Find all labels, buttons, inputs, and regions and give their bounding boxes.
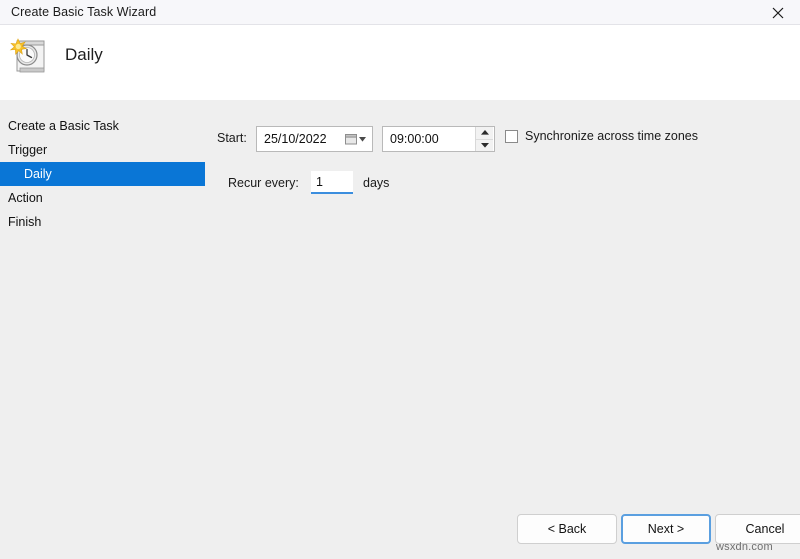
create-basic-task-wizard-window: Create Basic Task Wizard Daily Create a … [0,0,800,559]
window-title: Create Basic Task Wizard [11,5,157,19]
calendar-dropdown-icon[interactable] [345,133,372,145]
sync-across-time-zones-checkbox[interactable] [505,129,518,143]
back-button[interactable]: < Back [517,514,617,544]
recur-every-input[interactable]: 1 [311,171,353,194]
wizard-footer: < Back Next > Cancel [0,499,800,559]
start-date-value: 25/10/2022 [264,132,327,146]
start-time-input[interactable]: 09:00:00 [382,126,495,152]
back-button-label: < Back [547,522,587,536]
recur-every-label: Recur every: [228,176,299,190]
cancel-button[interactable]: Cancel [715,514,800,544]
next-button[interactable]: Next > [621,514,711,544]
spinner-down-button[interactable] [476,139,493,151]
days-label: days [363,176,390,190]
close-icon [772,7,784,19]
title-bar: Create Basic Task Wizard [0,0,800,25]
next-button-label: Next > [647,522,685,536]
start-date-input[interactable]: 25/10/2022 [256,126,373,152]
start-label: Start: [217,131,247,145]
spinner-up-button[interactable] [476,127,493,140]
page-title: Daily [65,45,103,64]
start-time-value: 09:00:00 [390,132,439,146]
daily-trigger-form: Start: 25/10/2022 09:00:00 Synchronize a… [0,100,800,559]
close-button[interactable] [755,0,800,25]
wizard-header: Daily [0,25,800,100]
task-schedule-clock-icon [8,35,52,79]
sync-across-time-zones-label: Synchronize across time zones [525,129,698,143]
spinner-up-down-icon[interactable] [475,127,493,151]
sync-across-time-zones-row[interactable]: Synchronize across time zones [505,129,698,143]
recur-every-value: 1 [316,174,323,189]
watermark: wsxdn.com [716,541,773,553]
wizard-body: Create a Basic Task Trigger Daily Action… [0,100,800,559]
cancel-button-label: Cancel [745,522,785,536]
